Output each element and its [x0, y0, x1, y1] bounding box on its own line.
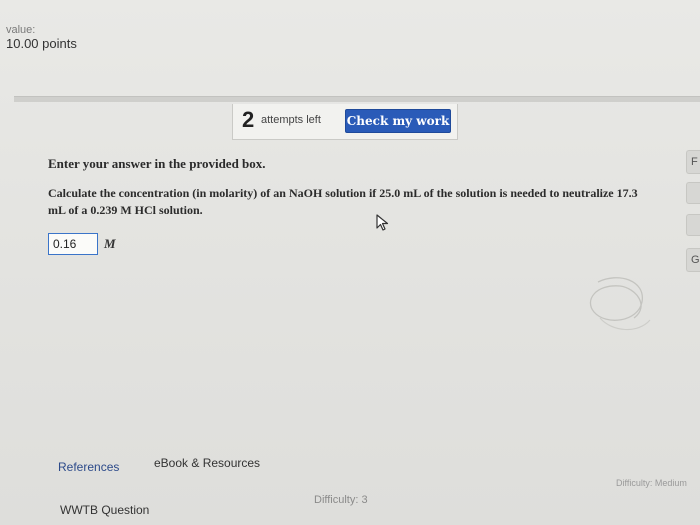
points-label: 10.00 points — [6, 36, 77, 51]
references-link[interactable]: References — [58, 460, 119, 474]
difficulty-label: Difficulty: 3 — [314, 494, 368, 506]
side-tab-f[interactable]: F — [686, 150, 700, 174]
difficulty-medium-label: Difficulty: Medium — [616, 478, 687, 488]
mouse-pointer-icon — [376, 214, 389, 231]
divider-bar — [14, 96, 700, 102]
answer-unit: M — [104, 236, 116, 251]
attempts-count: 2 — [242, 107, 255, 132]
question-prompt: Calculate the concentration (in molarity… — [48, 186, 638, 217]
side-tab-blank-1[interactable] — [686, 182, 700, 204]
scribble-mark — [589, 277, 651, 331]
attempts-left-text: attempts left — [261, 114, 321, 126]
side-tab-g[interactable]: G — [686, 248, 700, 272]
instruction-text: Enter your answer in the provided box. — [48, 156, 266, 171]
wwtb-question-label: WWTB Question — [60, 503, 150, 517]
check-my-work-button[interactable]: Check my work — [345, 109, 451, 133]
side-tab-blank-2[interactable] — [686, 214, 700, 236]
answer-input[interactable]: 0.16 — [48, 233, 98, 255]
ebook-resources-link[interactable]: eBook & Resources — [154, 456, 260, 470]
value-label: value: — [6, 24, 36, 36]
